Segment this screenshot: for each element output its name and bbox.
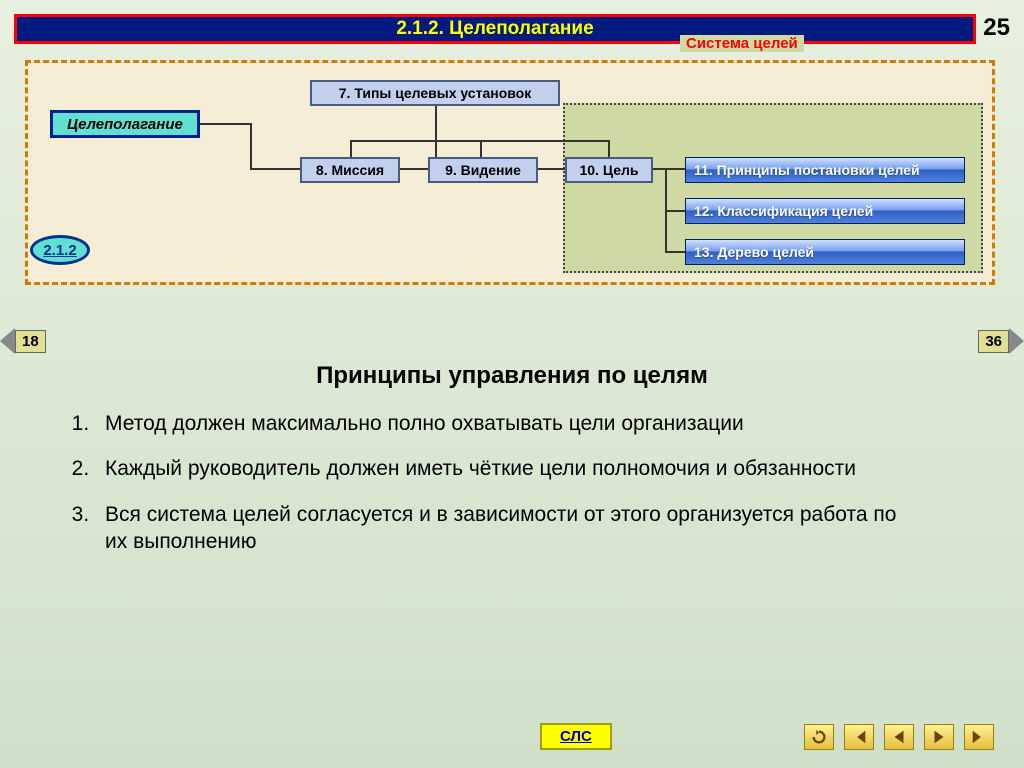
page-title: 2.1.2. Целеполагание xyxy=(396,18,593,40)
header-bar: 2.1.2. Целеполагание xyxy=(14,14,976,44)
list-item: Метод должен максимально полно охватыват… xyxy=(95,410,915,437)
section-reference-badge[interactable]: 2.1.2 xyxy=(30,235,90,265)
list-item: Вся система целей согласуется и в зависи… xyxy=(95,501,915,556)
nav-last-button[interactable] xyxy=(964,724,994,750)
arrow-left-icon xyxy=(0,328,15,354)
node-tree[interactable]: 13. Дерево целей xyxy=(685,239,965,265)
list-item: Каждый руководитель должен иметь чёткие … xyxy=(95,455,915,482)
node-vision[interactable]: 9. Видение xyxy=(428,157,538,183)
content-title: Принципы управления по целям xyxy=(0,362,1024,390)
principles-list: Метод должен максимально полно охватыват… xyxy=(95,410,915,573)
nav-next-label: 36 xyxy=(978,330,1009,353)
nav-prev-button[interactable] xyxy=(884,724,914,750)
undo-icon xyxy=(810,728,828,746)
last-icon xyxy=(970,728,988,746)
slide-number: 25 xyxy=(983,14,1010,42)
node-root[interactable]: Целеполагание xyxy=(50,110,200,138)
nav-prev[interactable]: 18 xyxy=(0,328,46,354)
first-icon xyxy=(850,728,868,746)
slide-nav-controls xyxy=(804,724,994,750)
next-icon xyxy=(930,728,948,746)
nav-first-button[interactable] xyxy=(844,724,874,750)
nav-next[interactable]: 36 xyxy=(978,328,1024,354)
nav-undo-button[interactable] xyxy=(804,724,834,750)
nav-prev-label: 18 xyxy=(15,330,46,353)
node-mission[interactable]: 8. Миссия xyxy=(300,157,400,183)
arrow-right-icon xyxy=(1009,328,1024,354)
node-principles[interactable]: 11. Принципы постановки целей xyxy=(685,157,965,183)
node-target-types[interactable]: 7. Типы целевых установок xyxy=(310,80,560,106)
sls-button[interactable]: СЛС xyxy=(540,723,612,750)
nav-next-button[interactable] xyxy=(924,724,954,750)
goal-system-label: Система целей xyxy=(680,35,804,52)
node-goal[interactable]: 10. Цель xyxy=(565,157,653,183)
node-classification[interactable]: 12. Классификация целей xyxy=(685,198,965,224)
prev-icon xyxy=(890,728,908,746)
